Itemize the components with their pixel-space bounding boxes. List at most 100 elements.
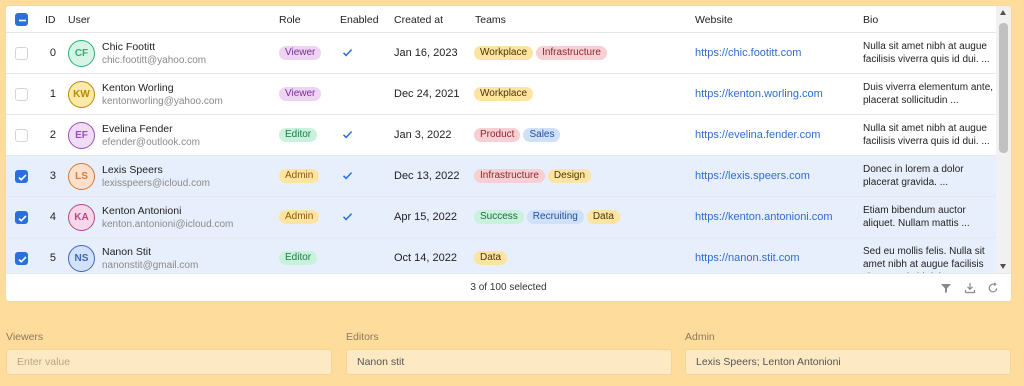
bio-text: Duis viverra elementum ante, placerat so…: [863, 82, 994, 106]
created-at: Jan 16, 2023: [394, 47, 458, 59]
scrollbar-thumb[interactable]: [999, 23, 1008, 153]
table-row[interactable]: 1 KW Kenton Worling kentonworling@yahoo.com…: [6, 74, 996, 115]
teams-cell: Success Recruiting Data: [474, 210, 623, 224]
table-header: ID User Role Enabled Created at Teams We…: [6, 6, 996, 33]
header-role[interactable]: Role: [279, 14, 301, 26]
created-at: Apr 15, 2022: [394, 211, 457, 223]
team-tag: Product: [474, 128, 521, 142]
team-tag: Workplace: [474, 46, 534, 60]
table-footer: 3 of 100 selected: [6, 273, 1011, 301]
table-row[interactable]: 5 NS Nanon Stit nanonstit@gmail.com Editor Oc…: [6, 238, 996, 273]
role-badge: Editor: [279, 128, 318, 142]
team-tag: Infrastructure: [474, 169, 545, 183]
viewers-label: Viewers: [6, 331, 44, 343]
role-badge: Editor: [279, 251, 318, 265]
user-name: Lexis Speers: [102, 164, 163, 176]
user-name: Chic Footitt: [102, 41, 156, 53]
checkmark-icon: [342, 213, 353, 221]
team-tag: Design: [547, 169, 592, 183]
team-tag: Sales: [523, 128, 561, 142]
users-table-card: ID User Role Enabled Created at Teams We…: [6, 6, 1011, 301]
avatar: CF: [68, 40, 95, 67]
row-checkbox[interactable]: [15, 252, 28, 265]
table-row[interactable]: 2 EF Evelina Fender efender@outlook.com Edit…: [6, 115, 996, 156]
team-tag: Data: [474, 251, 508, 265]
created-at: Jan 3, 2022: [394, 129, 452, 141]
user-email: lexisspeers@icloud.com: [102, 178, 210, 189]
team-tag: Recruiting: [526, 210, 584, 224]
user-name: Kenton Worling: [102, 82, 174, 94]
user-email: efender@outlook.com: [102, 137, 200, 148]
role-badge: Admin: [279, 169, 320, 183]
avatar: NS: [68, 245, 95, 272]
website-link[interactable]: https://nanon.stit.com: [695, 252, 800, 264]
teams-cell: Workplace Infrastructure: [474, 46, 610, 60]
bio-text: Etiam bibendum auctor aliquet. Nullam ma…: [863, 205, 970, 229]
website-link[interactable]: https://kenton.antonioni.com: [695, 211, 833, 223]
team-tag: Workplace: [474, 87, 534, 101]
user-name: Evelina Fender: [102, 123, 173, 135]
role-badge: Admin: [279, 210, 320, 224]
user-email: kenton.antonioni@icloud.com: [102, 219, 234, 230]
row-checkbox[interactable]: [15, 88, 28, 101]
team-tag: Success: [474, 210, 524, 224]
header-created[interactable]: Created at: [394, 14, 443, 26]
created-at: Oct 14, 2022: [394, 252, 457, 264]
bio-text: Nulla sit amet nibh at augue facilisis v…: [863, 123, 990, 147]
team-tag: Data: [586, 210, 620, 224]
table-row[interactable]: 3 LS Lexis Speers lexisspeers@icloud.com Adm…: [6, 156, 996, 197]
website-link[interactable]: https://lexis.speers.com: [695, 170, 810, 182]
editors-label: Editors: [346, 331, 379, 343]
scroll-up-icon[interactable]: [1000, 10, 1006, 15]
row-id: 3: [49, 170, 56, 182]
header-teams[interactable]: Teams: [475, 14, 506, 26]
role-badge: Viewer: [279, 87, 322, 101]
user-email: kentonworling@yahoo.com: [102, 96, 223, 107]
row-checkbox[interactable]: [15, 170, 28, 183]
row-checkbox[interactable]: [15, 129, 28, 142]
table-body: 0 CF Chic Footitt chic.footitt@yahoo.com Vie…: [6, 33, 996, 273]
header-website[interactable]: Website: [695, 14, 733, 26]
team-tag: Infrastructure: [536, 46, 607, 60]
row-id: 1: [49, 88, 56, 100]
viewers-input[interactable]: Enter value: [6, 349, 332, 375]
user-email: nanonstit@gmail.com: [102, 260, 199, 271]
row-id: 5: [49, 252, 56, 264]
selection-status: 3 of 100 selected: [470, 282, 547, 293]
filter-icon[interactable]: [940, 282, 952, 294]
checkmark-icon: [342, 49, 353, 57]
scroll-down-icon[interactable]: [1000, 264, 1006, 269]
admin-input[interactable]: Lexis Speers; Lenton Antonioni: [685, 349, 1011, 375]
row-id: 4: [49, 211, 56, 223]
user-email: chic.footitt@yahoo.com: [102, 55, 207, 66]
vertical-scrollbar[interactable]: [996, 6, 1011, 273]
bio-text: Sed eu mollis felis. Nulla sit amet nibh…: [863, 246, 985, 273]
editors-input[interactable]: Nanon stit: [346, 349, 672, 375]
website-link[interactable]: https://chic.footitt.com: [695, 47, 801, 59]
avatar: EF: [68, 122, 95, 149]
created-at: Dec 13, 2022: [394, 170, 460, 182]
header-user[interactable]: User: [68, 14, 90, 26]
refresh-icon[interactable]: [987, 282, 999, 294]
row-id: 0: [49, 47, 56, 59]
header-bio[interactable]: Bio: [863, 14, 878, 26]
website-link[interactable]: https://kenton.worling.com: [695, 88, 823, 100]
row-checkbox[interactable]: [15, 211, 28, 224]
indeterminate-checkbox-icon: [19, 19, 26, 22]
website-link[interactable]: https://evelina.fender.com: [695, 129, 820, 141]
avatar: LS: [68, 163, 95, 190]
role-badge: Viewer: [279, 46, 322, 60]
download-icon[interactable]: [964, 282, 976, 294]
table-row[interactable]: 0 CF Chic Footitt chic.footitt@yahoo.com Vie…: [6, 33, 996, 74]
header-id[interactable]: ID: [45, 14, 56, 26]
checkmark-icon: [342, 131, 353, 139]
avatar: KA: [68, 204, 95, 231]
select-all-checkbox[interactable]: [15, 13, 28, 26]
row-id: 2: [49, 129, 56, 141]
teams-cell: Data: [474, 251, 510, 265]
table-row[interactable]: 4 KA Kenton Antonioni kenton.antonioni@iclo…: [6, 197, 996, 238]
row-checkbox[interactable]: [15, 47, 28, 60]
header-enabled[interactable]: Enabled: [340, 14, 379, 26]
bio-text: Donec in lorem a dolor placerat gravida.…: [863, 164, 964, 188]
bio-text: Nulla sit amet nibh at augue facilisis v…: [863, 41, 990, 65]
